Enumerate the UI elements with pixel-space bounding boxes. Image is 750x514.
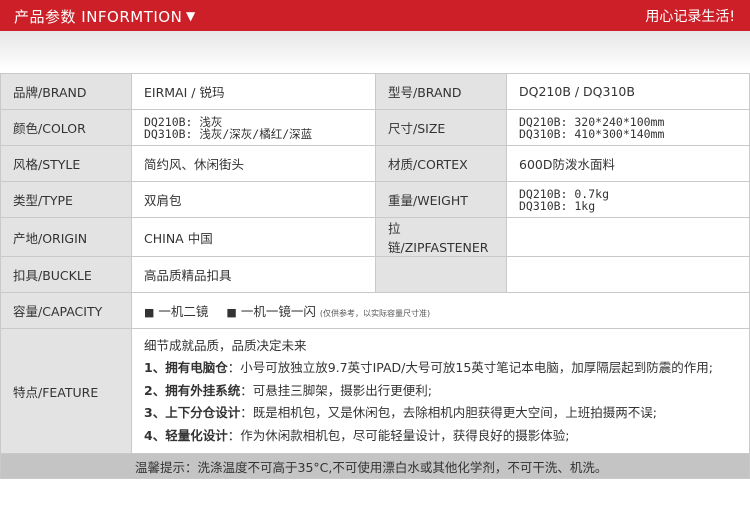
header-shadow-strip	[0, 31, 750, 69]
cell-text: 简约风、休闲街头	[144, 157, 245, 172]
square-bullet-icon: ■	[226, 306, 237, 319]
cell-text: DQ210B: 浅灰	[144, 114, 223, 129]
feature-item: 1、拥有电脑仓：小号可放独立放9.7英寸IPAD/大号可放15英寸笔记本电脑，加…	[144, 357, 737, 380]
capacity-row: 容量/CAPACITY ■ 一机二镜 ■ 一机一镜一闪 (仅供参考，以实际容量尺寸准)	[0, 292, 750, 329]
feature-item-title: 1、拥有电脑仓	[144, 360, 228, 376]
feature-item-text: ：可悬挂三脚架，摄影出行更便利;	[240, 382, 432, 398]
feature-row: 特点/FEATURE 细节成就品质，品质决定未来 1、拥有电脑仓：小号可放独立放9.…	[0, 328, 750, 454]
capacity-option: 一机一镜一闪	[240, 304, 316, 319]
feature-item: 2、拥有外挂系统：可悬挂三脚架，摄影出行更便利;	[144, 380, 737, 403]
table-row: 品牌/BRAND EIRMAI / 锐玛 型号/BRAND DQ210B / DQ31…	[0, 73, 750, 110]
row-label: 品牌/BRAND	[0, 73, 132, 110]
slogan: 用心记录生活!	[645, 9, 735, 25]
row-label: 产地/ORIGIN	[0, 217, 132, 257]
row-label: 拉链/ZIPFASTENER	[375, 217, 507, 257]
feature-item-text: ：作为休闲款相机包，尽可能轻量设计，获得良好的摄影体验;	[227, 427, 570, 443]
cell-text: EIRMAI / 锐玛	[144, 85, 225, 100]
feature-item-title: 4、轻量化设计	[144, 427, 228, 443]
capacity-label: 容量/CAPACITY	[0, 292, 132, 329]
row-value	[506, 256, 750, 293]
feature-value: 细节成就品质，品质决定未来 1、拥有电脑仓：小号可放独立放9.7英寸IPAD/大号…	[131, 328, 750, 454]
row-value: DQ210B / DQ310B	[506, 73, 750, 110]
row-label	[375, 256, 507, 293]
feature-item-title: 3、上下分仓设计	[144, 405, 241, 421]
row-value: 高品质精品扣具	[131, 256, 376, 293]
feature-item: 4、轻量化设计：作为休闲款相机包，尽可能轻量设计，获得良好的摄影体验;	[144, 425, 737, 448]
feature-item: 3、上下分仓设计：既是相机包，又是休闲包，去除相机内胆获得更大空间，上班拍摄两不…	[144, 402, 737, 425]
row-value: EIRMAI / 锐玛	[131, 73, 376, 110]
table-row: 产地/ORIGIN CHINA 中国 拉链/ZIPFASTENER	[0, 217, 750, 257]
cell-text: DQ210B: 320*240*100mm	[519, 114, 665, 129]
table-row: 风格/STYLE 简约风、休闲街头 材质/CORTEX 600D防泼水面料	[0, 145, 750, 182]
header-bar: 产品参数 INFORMTION ▼ 用心记录生活!	[0, 0, 750, 31]
capacity-value: ■ 一机二镜 ■ 一机一镜一闪 (仅供参考，以实际容量尺寸准)	[131, 292, 750, 329]
cell-text: DQ210B / DQ310B	[519, 84, 635, 99]
row-value	[506, 217, 750, 257]
cell-text: DQ210B: 0.7kg	[519, 186, 610, 201]
row-label: 重量/WEIGHT	[375, 181, 507, 218]
capacity-option: 一机二镜	[158, 304, 209, 319]
feature-label: 特点/FEATURE	[0, 328, 132, 454]
square-bullet-icon: ■	[144, 306, 155, 319]
feature-intro: 细节成就品质，品质决定未来	[144, 337, 307, 353]
cell-text: 600D防泼水面料	[519, 157, 615, 172]
cell-text: 双肩包	[144, 193, 182, 208]
spec-table: 品牌/BRAND EIRMAI / 锐玛 型号/BRAND DQ210B / DQ31…	[0, 73, 750, 479]
cell-text: CHINA 中国	[144, 230, 213, 246]
feature-item-text: ：既是相机包，又是休闲包，去除相机内胆获得更大空间，上班拍摄两不误;	[240, 405, 657, 421]
row-label: 材质/CORTEX	[375, 145, 507, 182]
cell-text: DQ310B: 1kg	[519, 198, 596, 213]
row-value: CHINA 中国	[131, 217, 376, 257]
notice-row: 温馨提示：洗涤温度不可高于35°C,不可使用漂白水或其他化学剂，不可干洗、机洗。	[0, 453, 750, 479]
table-row: 颜色/COLOR DQ210B: 浅灰 DQ310B: 浅灰/深灰/橘红/深蓝 尺寸/…	[0, 109, 750, 146]
row-value: DQ210B: 浅灰 DQ310B: 浅灰/深灰/橘红/深蓝	[131, 109, 376, 146]
cell-text: 高品质精品扣具	[144, 268, 232, 283]
page-title: 产品参数 INFORMTION	[14, 8, 183, 26]
spec-table-body: 品牌/BRAND EIRMAI / 锐玛 型号/BRAND DQ210B / DQ31…	[0, 73, 750, 479]
feature-item-title: 2、拥有外挂系统	[144, 382, 241, 398]
row-label: 尺寸/SIZE	[375, 109, 507, 146]
cell-text: DQ310B: 浅灰/深灰/橘红/深蓝	[144, 126, 313, 141]
row-value: 600D防泼水面料	[506, 145, 750, 182]
row-value: DQ210B: 320*240*100mm DQ310B: 410*300*140…	[506, 109, 750, 146]
row-value: 简约风、休闲街头	[131, 145, 376, 182]
row-label: 类型/TYPE	[0, 181, 132, 218]
row-label: 扣具/BUCKLE	[0, 256, 132, 293]
row-value: 双肩包	[131, 181, 376, 218]
cell-text: DQ310B: 410*300*140mm	[519, 126, 665, 141]
row-value: DQ210B: 0.7kg DQ310B: 1kg	[506, 181, 750, 218]
row-label: 风格/STYLE	[0, 145, 132, 182]
row-label: 型号/BRAND	[375, 73, 507, 110]
table-row: 类型/TYPE 双肩包 重量/WEIGHT DQ210B: 0.7kg DQ310B: …	[0, 181, 750, 218]
dropdown-triangle-icon: ▼	[186, 9, 196, 23]
feature-item-text: ：小号可放独立放9.7英寸IPAD/大号可放15英寸笔记本电脑，加厚隔层起到防震…	[227, 360, 714, 376]
table-row: 扣具/BUCKLE 高品质精品扣具	[0, 256, 750, 293]
care-notice: 温馨提示：洗涤温度不可高于35°C,不可使用漂白水或其他化学剂，不可干洗、机洗。	[0, 453, 750, 479]
capacity-note: (仅供参考，以实际容量尺寸准)	[319, 309, 431, 318]
row-label: 颜色/COLOR	[0, 109, 132, 146]
